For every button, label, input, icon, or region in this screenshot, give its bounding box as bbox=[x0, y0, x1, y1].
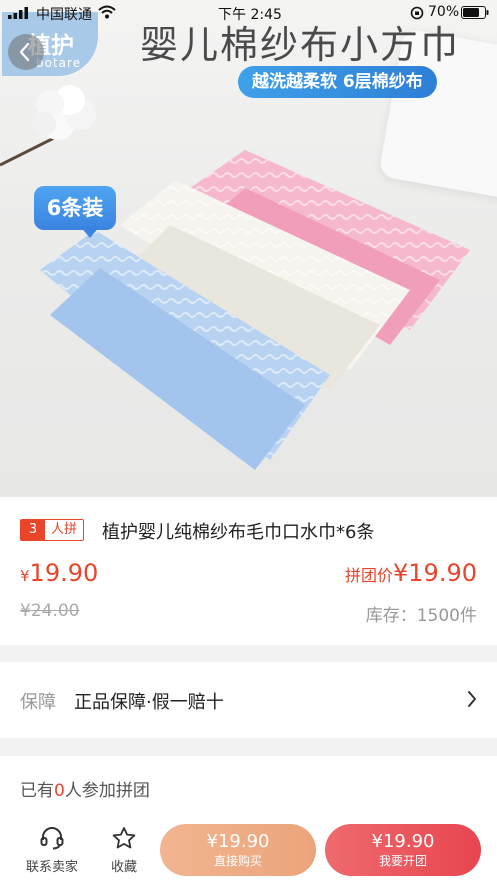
favorite-button[interactable]: 收藏 bbox=[92, 826, 156, 875]
price-value: 19.90 bbox=[29, 559, 99, 587]
product-title: 植护婴儿纯棉纱布毛巾口水巾*6条 bbox=[102, 522, 375, 543]
start-group-button[interactable]: ¥19.90 我要开团 bbox=[325, 824, 481, 876]
original-price: ¥24.00 bbox=[20, 601, 80, 621]
status-bar: 中国联通 下午 2:45 70% bbox=[0, 0, 497, 24]
status-time: 下午 2:45 bbox=[218, 7, 282, 23]
group-participants-text: 已有0人参加拼团 bbox=[20, 776, 150, 801]
chevron-right-icon bbox=[468, 691, 476, 707]
battery-percent: 70% bbox=[428, 4, 460, 20]
contact-seller-button[interactable]: 联系卖家 bbox=[20, 826, 84, 875]
buy-direct-button[interactable]: ¥19.90 直接购买 bbox=[160, 824, 316, 876]
current-price: ¥19.90 bbox=[20, 559, 98, 587]
hero-feature-pill: 越洗越柔软 6层棉纱布 bbox=[238, 66, 437, 98]
guarantee-label: 保障 bbox=[20, 692, 56, 713]
star-icon bbox=[112, 827, 136, 849]
group-buy-badge: 3 人拼 bbox=[20, 519, 85, 541]
start-group-label: 我要开团 bbox=[378, 854, 427, 868]
stock-count: 库存：1500件 bbox=[365, 606, 477, 626]
product-hero-image[interactable]: 植护 botare 婴儿棉纱布小方巾 越洗越柔软 6层棉纱布 6条装 bbox=[0, 0, 497, 497]
rotation-lock-icon bbox=[410, 6, 424, 20]
product-info-card: 3 人拼 植护婴儿纯棉纱布毛巾口水巾*6条 ¥19.90 拼团价¥19.90 ¥… bbox=[0, 497, 497, 645]
battery-icon bbox=[461, 6, 489, 19]
group-participants-row: 已有0人参加拼团 bbox=[0, 756, 497, 818]
contact-seller-label: 联系卖家 bbox=[25, 860, 78, 875]
wifi-icon bbox=[98, 5, 116, 19]
participants-prefix: 已有 bbox=[20, 781, 54, 801]
bottom-action-bar: 联系卖家 收藏 ¥19.90 直接购买 ¥19.90 我要开团 bbox=[0, 818, 497, 883]
buy-direct-price: ¥19.90 bbox=[206, 831, 270, 852]
participants-suffix: 人参加拼团 bbox=[64, 781, 150, 801]
group-price-value: ¥19.90 bbox=[393, 559, 477, 587]
group-price-label: 拼团价 bbox=[345, 566, 394, 585]
quantity-tag-tail bbox=[80, 226, 100, 238]
participants-count: 0 bbox=[54, 781, 65, 801]
chevron-left-icon bbox=[19, 42, 30, 62]
price-currency: ¥ bbox=[20, 567, 30, 585]
quantity-tag: 6条装 bbox=[34, 186, 116, 230]
group-price: 拼团价¥19.90 bbox=[345, 559, 477, 587]
buy-direct-label: 直接购买 bbox=[213, 854, 262, 868]
carrier-name: 中国联通 bbox=[36, 7, 92, 23]
product-detail-page: 植护 botare 婴儿棉纱布小方巾 越洗越柔软 6层棉纱布 6条装 中国联通 … bbox=[0, 0, 497, 883]
group-size: 3 bbox=[21, 520, 45, 540]
guarantee-row[interactable]: 保障 正品保障·假一赔十 bbox=[0, 662, 497, 738]
back-button[interactable] bbox=[8, 34, 44, 70]
favorite-label: 收藏 bbox=[110, 860, 137, 875]
signal-icon bbox=[8, 7, 28, 19]
group-size-label: 人拼 bbox=[51, 522, 78, 537]
guarantee-value: 正品保障·假一赔十 bbox=[74, 692, 224, 713]
start-group-price: ¥19.90 bbox=[371, 831, 435, 852]
headset-icon bbox=[40, 827, 64, 850]
